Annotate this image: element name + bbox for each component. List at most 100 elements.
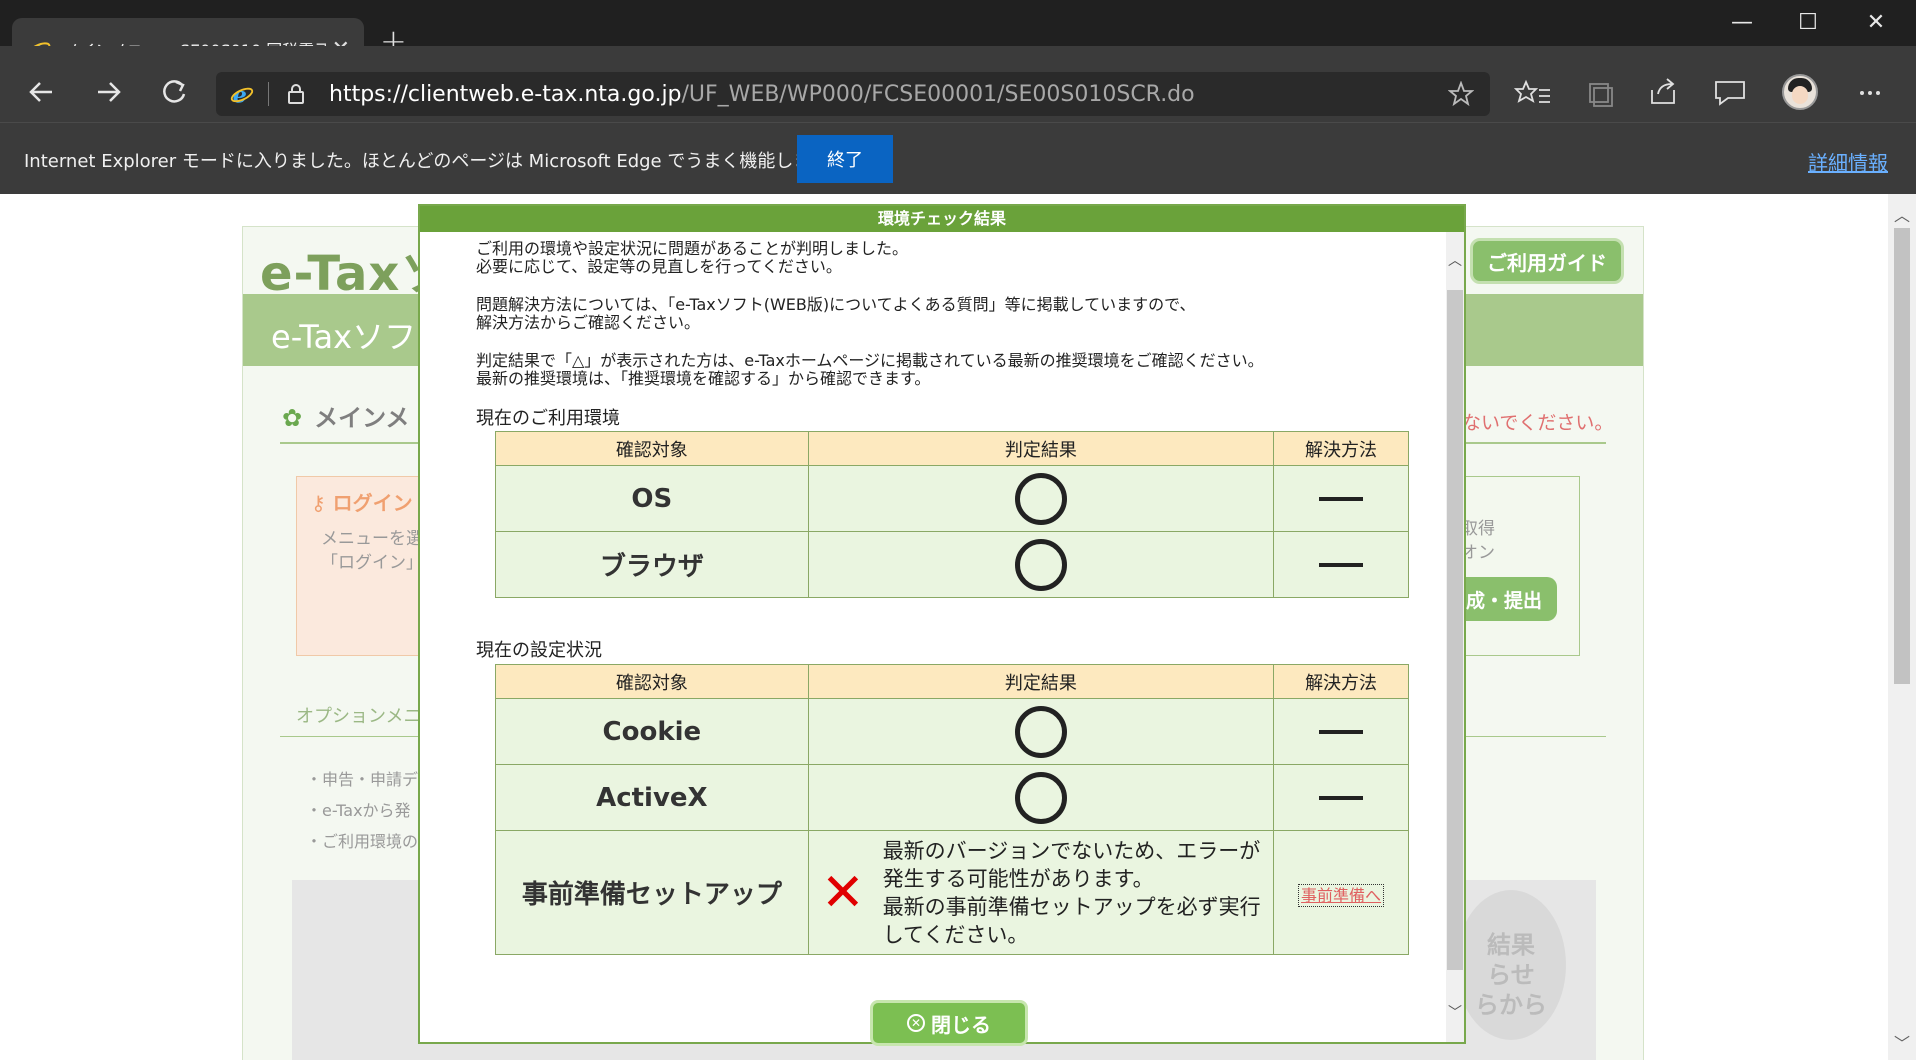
faq-line: 問題解決方法については、「e-Taxソフト(WEB版)についてよくある質問」等に…: [476, 295, 1196, 314]
filing-card-desc: 取得 オン: [1461, 517, 1495, 565]
url-host: https://clientweb.e-tax.nta.go.jp: [329, 81, 682, 107]
check-target-os: OS: [495, 465, 809, 532]
filing-desc-line: 取得: [1461, 519, 1495, 539]
address-separator: [268, 82, 269, 106]
address-bar[interactable]: e https://clientweb.e-tax.nta.go.jp /UF_…: [216, 72, 1490, 116]
ng-cross-icon: ✕: [821, 862, 865, 923]
intro-paragraph: ご利用の環境や設定状況に問題があることが判明しました。 必要に応じて、設定等の見…: [476, 240, 908, 276]
col-target-header: 確認対象: [495, 664, 809, 699]
ng-result: ✕ 最新のバージョンでないため、エラーが 発生する可能性があります。 最新の事前…: [809, 837, 1273, 949]
favorite-star-icon[interactable]: [1448, 81, 1474, 107]
ie-mode-icon[interactable]: e: [230, 82, 254, 106]
result-cell-ng: ✕ 最新のバージョンでないため、エラーが 発生する可能性があります。 最新の事前…: [807, 830, 1275, 955]
environment-table: 確認対象 判定結果 解決方法 OS ブラウザ: [495, 431, 1409, 598]
refresh-icon[interactable]: [152, 76, 196, 108]
intro-line: 必要に応じて、設定等の見直しを行ってください。: [476, 257, 842, 276]
ok-circle-icon: [1014, 472, 1067, 525]
result-cell: [807, 531, 1275, 598]
recommended-env-paragraph: 判定結果で「△」が表示された方は、e-Taxホームページに掲載されている最新の推…: [476, 352, 1264, 388]
scroll-up-icon[interactable]: ︿: [1888, 202, 1916, 226]
ok-circle-icon: [1014, 705, 1067, 758]
no-action-dash-icon: [1319, 796, 1364, 800]
badge-line: 結果: [1487, 931, 1535, 959]
close-dialog-button[interactable]: ✕ 閉じる: [870, 1000, 1028, 1046]
favorites-icon[interactable]: [1514, 78, 1554, 108]
dialog-scroll-up-icon[interactable]: ︿: [1446, 250, 1464, 270]
solution-cell: [1273, 698, 1409, 765]
forward-arrow-icon[interactable]: [86, 78, 130, 106]
dialog-title: 環境チェック結果: [420, 206, 1464, 232]
usage-guide-button[interactable]: ご利用ガイド: [1470, 238, 1624, 284]
settings-section-title: 現在の設定状況: [476, 640, 602, 661]
env-section-title: 現在のご利用環境: [476, 408, 620, 429]
url-path: /UF_WEB/WP000/FCSE00001/SE00S010SCR.do: [681, 81, 1195, 107]
ok-circle-icon: [1014, 771, 1067, 824]
badge-line: らせ: [1487, 961, 1535, 989]
share-icon[interactable]: [1644, 76, 1684, 108]
ie-mode-infobar: Internet Explorer モードに入りました。ほとんどのページは Mi…: [0, 122, 1916, 194]
create-submit-button[interactable]: 成・提出: [1451, 577, 1557, 621]
background-header-text: e-Taxソフ: [271, 318, 417, 356]
table-header-row: 確認対象 判定結果 解決方法: [495, 431, 1409, 466]
details-link[interactable]: 詳細情報: [1808, 147, 1888, 176]
page-scroll-thumb[interactable]: [1894, 228, 1910, 684]
dialog-scrollbar[interactable]: ︿ ﹀: [1446, 232, 1464, 1042]
check-target-cookie: Cookie: [495, 698, 809, 765]
option-item[interactable]: ・e-Taxから発: [306, 795, 418, 826]
faq-paragraph: 問題解決方法については、「e-Taxソフト(WEB版)についてよくある質問」等に…: [476, 296, 1196, 332]
close-button-label: 閉じる: [931, 1012, 991, 1037]
table-row: ActiveX: [495, 764, 1409, 831]
feedback-icon[interactable]: [1710, 76, 1750, 108]
background-warning-text: ないでください。: [1462, 412, 1614, 434]
more-options-icon[interactable]: [1850, 78, 1890, 108]
collections-icon[interactable]: [1580, 78, 1620, 108]
ng-message-line: してください。: [882, 922, 1029, 947]
page-viewport: e-Taxソ e-Taxソフ ご利用ガイド ✿ メインメ ないでください。 ⚷ ロ…: [0, 194, 1916, 1060]
badge-line: らから: [1475, 991, 1547, 1019]
profile-avatar[interactable]: [1782, 74, 1818, 110]
end-ie-mode-button[interactable]: 終了: [797, 135, 893, 183]
result-cell: [807, 465, 1275, 532]
preparation-setup-link[interactable]: 事前準備へ: [1298, 883, 1385, 907]
recommended-env-line: 最新の推奨環境は、「推奨環境を確認する」から確認できます。: [476, 369, 931, 388]
ng-message-line: 最新のバージョンでないため、エラーが: [882, 838, 1261, 863]
col-target-header: 確認対象: [495, 431, 809, 466]
settings-table: 確認対象 判定結果 解決方法 Cookie ActiveX 事前準備セットアップ: [495, 664, 1409, 955]
solution-cell: [1273, 764, 1409, 831]
avatar-face: [1792, 86, 1808, 104]
recommended-env-line: 判定結果で「△」が表示された方は、e-Taxホームページに掲載されている最新の推…: [476, 351, 1264, 370]
col-solution-header: 解決方法: [1273, 664, 1409, 699]
ok-circle-icon: [1014, 538, 1067, 591]
check-target-browser: ブラウザ: [495, 531, 809, 598]
key-icon: ⚷: [311, 491, 333, 515]
col-solution-header: 解決方法: [1273, 431, 1409, 466]
back-arrow-icon[interactable]: [20, 78, 64, 106]
lock-icon[interactable]: [287, 83, 305, 105]
option-item[interactable]: ・申告・申請デ: [306, 764, 418, 795]
scroll-down-icon[interactable]: ﹀: [1888, 1030, 1916, 1054]
page-scrollbar[interactable]: ︿ ﹀: [1888, 194, 1916, 1060]
close-circle-icon: ✕: [907, 1014, 925, 1032]
ng-message: 最新のバージョンでないため、エラーが 発生する可能性があります。 最新の事前準備…: [883, 837, 1261, 949]
result-cell: [807, 698, 1275, 765]
clover-icon: ✿: [282, 404, 303, 432]
check-target-activex: ActiveX: [495, 764, 809, 831]
solution-cell: [1273, 465, 1409, 532]
dialog-scroll-thumb[interactable]: [1447, 290, 1463, 970]
ng-message-line: 発生する可能性があります。: [882, 866, 1154, 891]
solution-cell: 事前準備へ: [1273, 830, 1409, 955]
no-action-dash-icon: [1319, 563, 1364, 567]
check-target-setup: 事前準備セットアップ: [495, 830, 809, 955]
result-cell: [807, 764, 1275, 831]
col-result-header: 判定結果: [807, 431, 1275, 466]
dialog-body: ご利用の環境や設定状況に問題があることが判明しました。 必要に応じて、設定等の見…: [420, 232, 1446, 1042]
filing-desc-line: オン: [1461, 543, 1495, 563]
result-notice-badge: 結果 らせ らから: [1456, 890, 1566, 1040]
environment-check-dialog: 環境チェック結果 ご利用の環境や設定状況に問題があることが判明しました。 必要に…: [418, 204, 1466, 1046]
option-item[interactable]: ・ご利用環境の: [306, 826, 418, 857]
dialog-scroll-down-icon[interactable]: ﹀: [1446, 1002, 1464, 1022]
table-row: 事前準備セットアップ ✕ 最新のバージョンでないため、エラーが 発生する可能性が…: [495, 830, 1409, 955]
ie-mode-message: Internet Explorer モードに入りました。ほとんどのページは Mi…: [24, 151, 846, 172]
faq-line: 解決方法からご確認ください。: [476, 313, 701, 332]
table-row: Cookie: [495, 698, 1409, 765]
